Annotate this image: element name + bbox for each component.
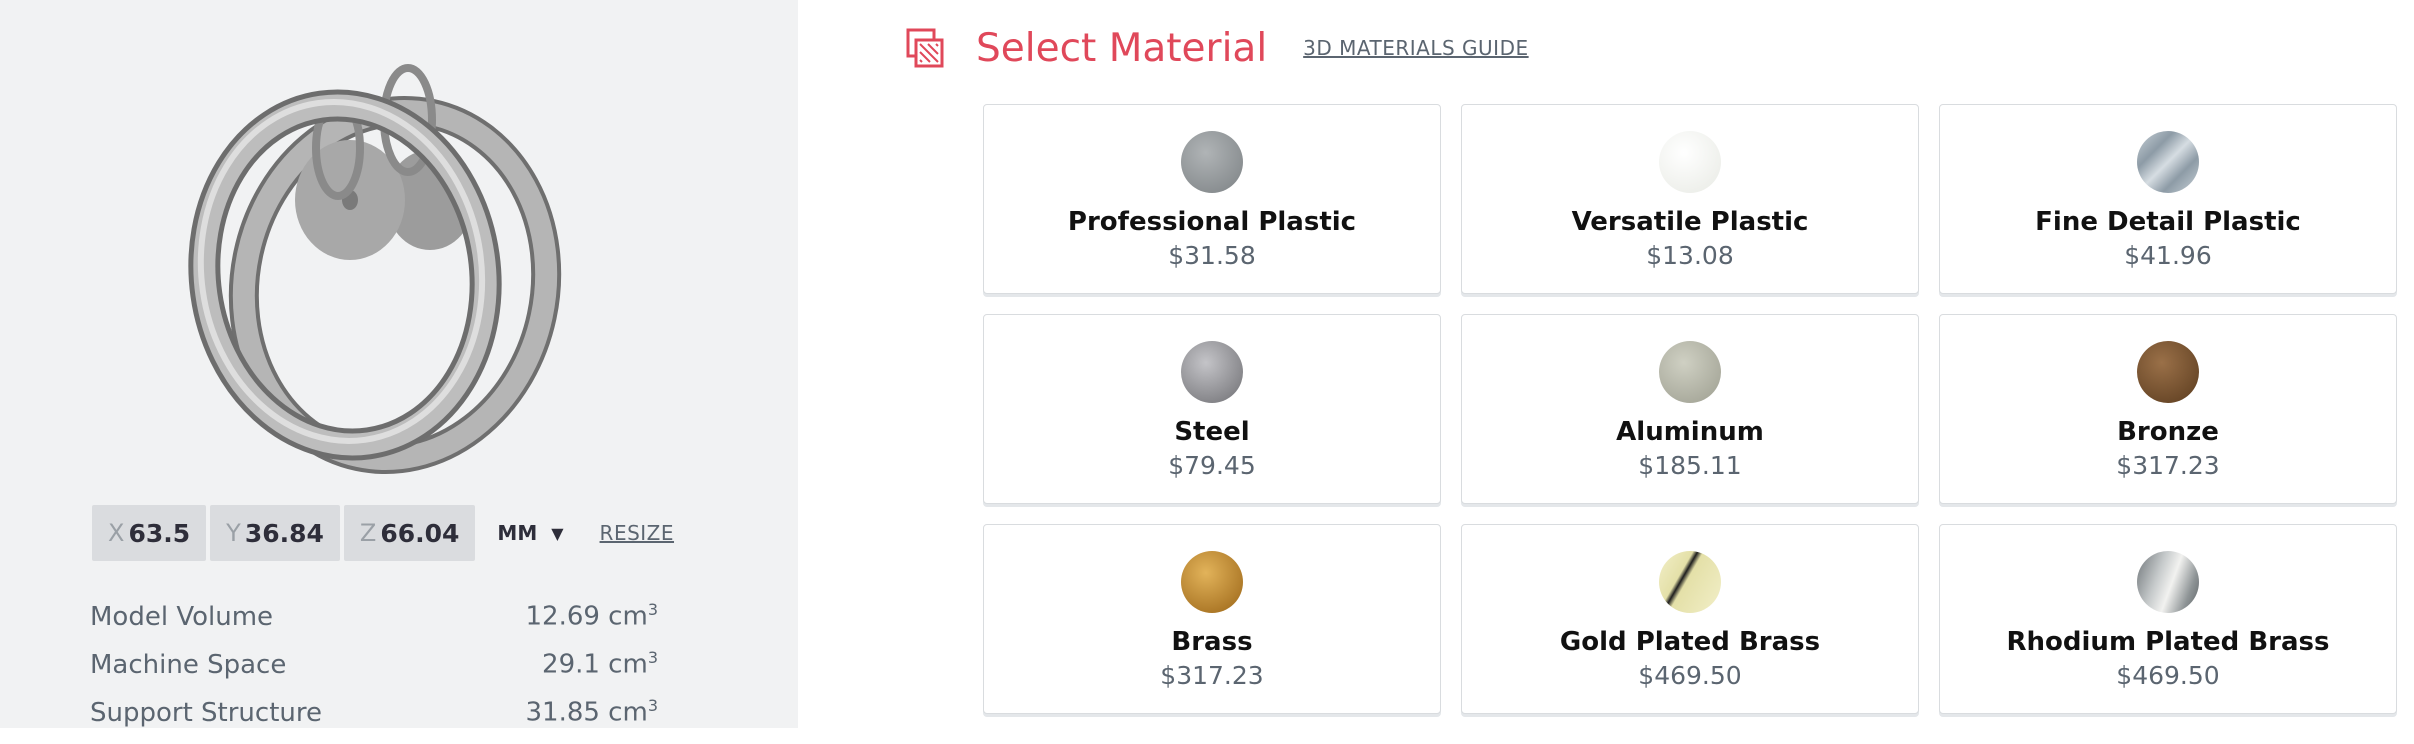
- material-price: $469.50: [1638, 661, 1742, 690]
- material-swatch: [2137, 551, 2199, 613]
- material-name: Aluminum: [1616, 417, 1764, 447]
- material-card-gold-plated-brass[interactable]: Gold Plated Brass $469.50: [1461, 524, 1919, 714]
- dimension-x-value: 63.5: [128, 518, 191, 548]
- materials-grid: Professional Plastic $31.58 Versatile Pl…: [983, 104, 2397, 714]
- material-name: Brass: [1171, 627, 1253, 657]
- material-name: Steel: [1174, 417, 1250, 447]
- dimension-x-label: X: [108, 519, 125, 547]
- dimension-x-field[interactable]: X 63.5: [92, 505, 207, 561]
- material-price: $469.50: [2116, 661, 2220, 690]
- unit-select[interactable]: MM ▼: [497, 521, 563, 545]
- material-card-aluminum[interactable]: Aluminum $185.11: [1461, 314, 1919, 504]
- material-card-rhodium-plated-brass[interactable]: Rhodium Plated Brass $469.50: [1939, 524, 2397, 714]
- material-price: $317.23: [1160, 661, 1264, 690]
- material-cube-icon: [906, 28, 944, 68]
- material-swatch: [2137, 131, 2199, 193]
- materials-guide-link[interactable]: 3D MATERIALS GUIDE: [1303, 36, 1528, 60]
- stat-support-structure: Support Structure 31.85 cm3: [90, 696, 658, 744]
- dimensions-bar: X 63.5 Y 36.84 Z 66.04 MM ▼ RESIZE: [92, 505, 674, 561]
- model-stats: Model Volume 12.69 cm3 Machine Space 29.…: [90, 600, 658, 744]
- material-swatch: [1181, 341, 1243, 403]
- model-preview-image[interactable]: [150, 30, 610, 490]
- stat-model-volume: Model Volume 12.69 cm3: [90, 600, 658, 648]
- material-card-brass[interactable]: Brass $317.23: [983, 524, 1441, 714]
- unit-value: MM: [497, 521, 538, 545]
- model-panel: X 63.5 Y 36.84 Z 66.04 MM ▼ RESIZE Model…: [0, 0, 798, 728]
- stat-label: Model Volume: [90, 601, 274, 632]
- material-swatch: [1659, 131, 1721, 193]
- material-card-steel[interactable]: Steel $79.45: [983, 314, 1441, 504]
- stat-value: 29.1 cm3: [542, 648, 658, 680]
- dimension-y-field[interactable]: Y 36.84: [210, 505, 340, 561]
- material-price: $185.11: [1638, 451, 1742, 480]
- material-swatch: [1659, 341, 1721, 403]
- stat-label: Support Structure: [90, 697, 322, 728]
- stat-machine-space: Machine Space 29.1 cm3: [90, 648, 658, 696]
- dimension-y-value: 36.84: [244, 518, 324, 548]
- dimension-z-label: Z: [359, 519, 377, 547]
- material-name: Fine Detail Plastic: [2035, 207, 2301, 237]
- material-name: Bronze: [2117, 417, 2219, 447]
- material-name: Professional Plastic: [1067, 207, 1357, 237]
- resize-link[interactable]: RESIZE: [600, 521, 674, 545]
- material-price: $79.45: [1168, 451, 1256, 480]
- dimension-z-field[interactable]: Z 66.04: [343, 505, 476, 561]
- material-card-fine-detail-plastic[interactable]: Fine Detail Plastic $41.96: [1939, 104, 2397, 294]
- page-title: Select Material: [976, 25, 1268, 71]
- material-name: Rhodium Plated Brass: [2006, 627, 2330, 657]
- material-name: Versatile Plastic: [1571, 207, 1809, 237]
- stat-value: 31.85 cm3: [525, 696, 658, 728]
- stat-value: 12.69 cm3: [525, 600, 658, 632]
- material-card-professional-plastic[interactable]: Professional Plastic $31.58: [983, 104, 1441, 294]
- material-swatch: [1659, 551, 1721, 613]
- dimension-y-label: Y: [226, 519, 241, 547]
- material-price: $31.58: [1168, 241, 1256, 270]
- material-price: $13.08: [1646, 241, 1734, 270]
- material-header: Select Material 3D MATERIALS GUIDE: [906, 22, 1529, 74]
- material-swatch: [1181, 551, 1243, 613]
- material-card-versatile-plastic[interactable]: Versatile Plastic $13.08: [1461, 104, 1919, 294]
- material-name: Gold Plated Brass: [1559, 627, 1821, 657]
- material-price: $317.23: [2116, 451, 2220, 480]
- dimension-z-value: 66.04: [380, 518, 460, 548]
- caret-down-icon: ▼: [551, 523, 564, 543]
- material-swatch: [1181, 131, 1243, 193]
- material-card-bronze[interactable]: Bronze $317.23: [1939, 314, 2397, 504]
- material-price: $41.96: [2124, 241, 2212, 270]
- material-swatch: [2137, 341, 2199, 403]
- stat-label: Machine Space: [90, 649, 287, 680]
